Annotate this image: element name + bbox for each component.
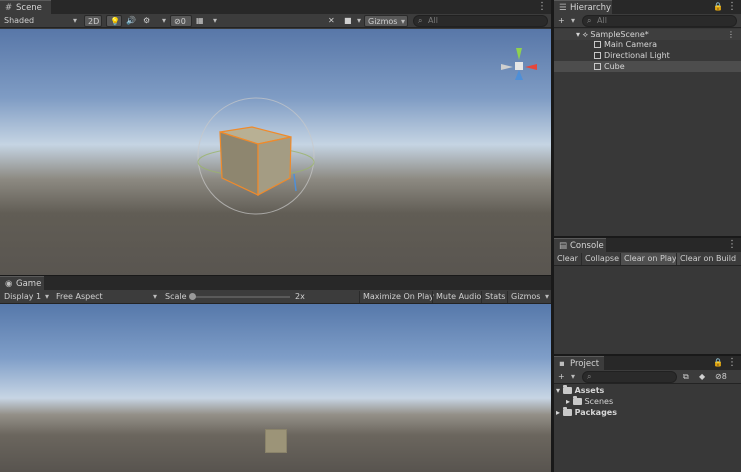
grid-icon: # [5,3,13,13]
game-panel: ◉Game Display 1 Free Aspect Scale 2x Max… [0,276,551,472]
console-menu-icon[interactable]: ⋮ [727,239,737,251]
game-gizmos-dropdown[interactable]: Gizmos [507,291,551,303]
project-menu-icon[interactable]: ⋮ [727,357,737,369]
hierarchy-tabbar: ☰ Hierarchy 🔒 ⋮ [554,0,741,14]
game-toolbar: Display 1 Free Aspect Scale 2x Maximize … [0,290,551,304]
tab-hierarchy[interactable]: ☰ Hierarchy [554,0,612,14]
tab-scene[interactable]: # Scene [0,0,51,14]
console-clear-on-play-button[interactable]: Clear on Play [620,253,680,265]
create-asset-button[interactable]: + [555,371,577,383]
game-viewport[interactable] [0,304,551,472]
project-folder-packages[interactable]: ▸ Packages [554,407,741,418]
project-tree: ▾ Assets ▸ Scenes ▸ Packages [554,385,741,472]
eye-slash-icon: ⊘ [715,372,722,381]
search-icon: ⌕ [587,372,592,381]
project-toolbar: + ⌕ ⧉ ◆ ⊘8 [554,370,741,384]
gameobject-icon [594,63,601,70]
maximize-on-play-toggle[interactable]: Maximize On Play [359,291,437,303]
shading-mode-dropdown[interactable]: Shaded [1,15,79,27]
scene-search-input[interactable]: ⌕ All [413,15,548,27]
project-tabbar: ▪ Project 🔒 ⋮ [554,356,741,370]
gizmo-negx-cone [501,64,513,70]
folder-icon [562,385,572,394]
aspect-dropdown[interactable]: Free Aspect [53,291,159,303]
scene-panel: #Scene ⋮ Shaded 2D 💡 🔊 ⚙ ⊘0 ▦ ✕ ■ Gizmos… [0,0,551,275]
stats-toggle[interactable]: Stats [481,291,508,303]
add-object-button[interactable]: + [555,15,577,27]
scene-view-svg [197,48,537,215]
hierarchy-panel: ☰Hierarchy 🔒 ⋮ + ⌕All ▾ ⟡ SampleScene* ⋮… [554,0,741,236]
orientation-gizmo [501,48,537,80]
scene-tabbar: # Scene ⋮ [0,0,551,14]
search-icon: ⌕ [418,16,423,25]
hierarchy-item-main-camera[interactable]: Main Camera [554,39,741,50]
hierarchy-search-input[interactable]: ⌕ All [582,15,737,27]
tab-console[interactable]: ▤ Console [554,238,606,252]
search-by-label-icon[interactable]: ◆ [696,371,708,383]
console-icon: ▤ [559,241,568,251]
gamepad-icon: ◉ [5,279,13,289]
toggle-2d-button[interactable]: 2D [84,15,102,27]
hidden-packages-toggle[interactable]: ⊘8 [712,371,730,383]
cube-right-face [257,136,292,196]
folder-tab-icon: ▪ [559,359,565,369]
console-clear-button[interactable]: Clear [554,253,581,265]
folder-icon [562,407,572,416]
console-log-area [554,267,741,354]
lock-icon[interactable]: 🔒 [713,357,723,369]
display-dropdown[interactable]: Display 1 [1,291,51,303]
list-icon: ☰ [559,3,567,13]
lock-icon[interactable]: 🔒 [713,1,723,13]
hidden-objects-toggle[interactable]: ⊘0 [170,15,192,27]
hierarchy-item-directional-light[interactable]: Directional Light [554,50,741,61]
grid-dropdown-icon[interactable]: ▦ [193,15,219,27]
gameobject-icon [594,52,601,59]
tab-game[interactable]: ◉ Game [0,276,44,290]
project-search-input[interactable]: ⌕ [582,371,677,383]
mute-audio-toggle[interactable]: Mute Audio [432,291,484,303]
game-tabbar: ◉ Game [0,276,551,290]
tools-icon[interactable]: ✕ [325,15,339,27]
scale-value: 2x [295,292,305,301]
scale-label: Scale [165,292,187,301]
gizmo-z-cone [515,70,523,80]
gizmos-dropdown[interactable]: Gizmos [364,15,408,28]
gizmo-y-cone [516,48,522,60]
audio-toggle-icon[interactable]: 🔊 [123,15,137,27]
gizmo-x-cone [525,64,537,70]
hierarchy-menu-icon[interactable]: ⋮ [727,1,737,13]
scale-slider-handle[interactable] [189,293,196,300]
camera-dropdown-icon[interactable]: ■ [341,15,363,27]
scene-menu-icon[interactable]: ⋮ [537,1,547,13]
project-folder-scenes[interactable]: ▸ Scenes [554,396,741,407]
game-cube [265,429,287,453]
folder-icon [572,396,582,405]
effects-dropdown-icon[interactable]: ⚙ [140,15,168,27]
console-panel: ▤ Console ⋮ Clear Collapse Clear on Play … [554,238,741,354]
project-panel: ▪Project 🔒 ⋮ + ⌕ ⧉ ◆ ⊘8 ▾ Assets ▸ Scene… [554,356,741,472]
search-icon: ⌕ [587,16,592,25]
tab-project[interactable]: ▪ Project [554,356,604,370]
hierarchy-tree: ▾ ⟡ SampleScene* ⋮ Main Camera Direction… [554,29,741,236]
move-gizmo-z [293,173,297,192]
scene-viewport[interactable] [0,29,551,275]
project-folder-assets[interactable]: ▾ Assets [554,385,741,396]
hierarchy-toolbar: + ⌕All [554,14,741,28]
gameobject-icon [594,41,601,48]
console-tabbar: ▤ Console ⋮ [554,238,741,252]
lighting-toggle-icon[interactable]: 💡 [106,15,122,27]
gizmo-center-cube [515,62,523,70]
scene-toolbar: Shaded 2D 💡 🔊 ⚙ ⊘0 ▦ ✕ ■ Gizmos ⌕All [0,14,551,28]
console-clear-on-build-button[interactable]: Clear on Build [676,253,739,265]
scale-slider[interactable] [189,293,290,300]
console-collapse-button[interactable]: Collapse [581,253,622,265]
eye-slash-icon: ⊘ [174,17,181,26]
search-by-type-icon[interactable]: ⧉ [680,371,692,383]
hierarchy-item-cube[interactable]: Cube [554,61,741,72]
console-toolbar: Clear Collapse Clear on Play Clear on Bu… [554,252,741,266]
